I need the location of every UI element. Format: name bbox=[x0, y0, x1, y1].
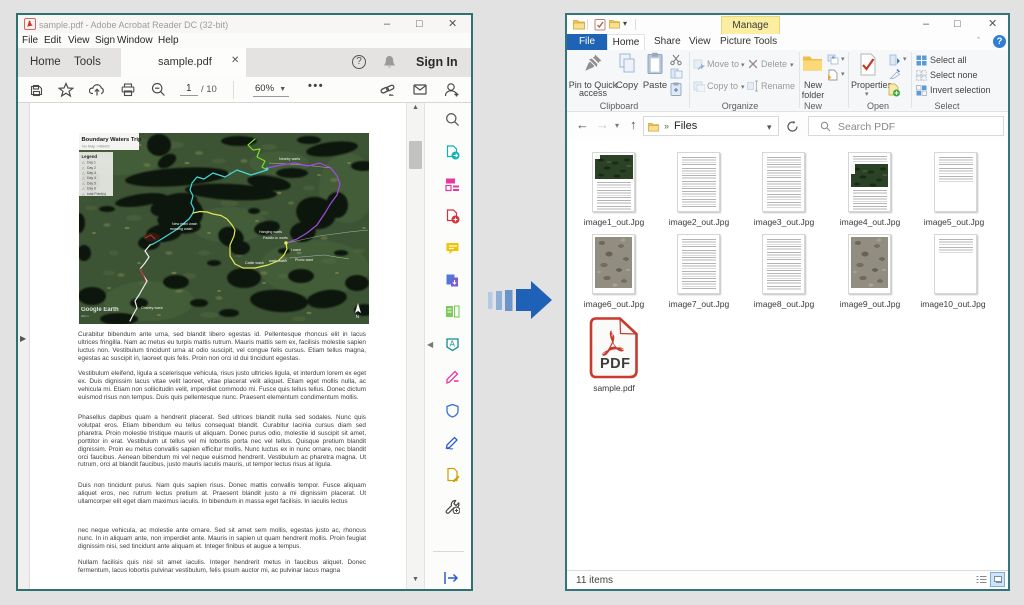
svg-text:Legend: Legend bbox=[82, 154, 98, 159]
svg-text:Day 2: Day 2 bbox=[87, 166, 96, 170]
svg-text:total Point(s): total Point(s) bbox=[87, 192, 106, 196]
svg-text:200 m: 200 m bbox=[81, 314, 89, 318]
svg-text:No Map >48HOt: No Map >48HOt bbox=[82, 145, 110, 149]
svg-text:Day 1: Day 1 bbox=[87, 161, 96, 165]
svg-text:Day 3: Day 3 bbox=[87, 171, 96, 175]
svg-text:Paddle-in warts: Paddle-in warts bbox=[263, 236, 288, 240]
svg-text:New mani wash: New mani wash bbox=[172, 222, 197, 226]
svg-text:Day 4: Day 4 bbox=[87, 176, 96, 180]
svg-text:△: △ bbox=[82, 166, 85, 170]
svg-text:Cattle wash: Cattle wash bbox=[245, 261, 264, 265]
svg-text:△: △ bbox=[82, 187, 85, 191]
svg-text:△: △ bbox=[82, 161, 85, 165]
svg-text:Boundary Waters Trip: Boundary Waters Trip bbox=[82, 137, 142, 143]
svg-text:△: △ bbox=[82, 171, 85, 175]
svg-text:Day 6: Day 6 bbox=[87, 187, 96, 191]
svg-text:Hanging warts: Hanging warts bbox=[259, 230, 282, 234]
svg-text:Day 5: Day 5 bbox=[87, 181, 96, 185]
svg-text:A: A bbox=[450, 340, 456, 349]
svg-text:PDF: PDF bbox=[600, 356, 631, 372]
svg-text:I want: I want bbox=[291, 248, 301, 252]
svg-text:Picnic want: Picnic want bbox=[295, 258, 313, 262]
svg-text:Google Earth: Google Earth bbox=[81, 307, 119, 313]
svg-text:△: △ bbox=[82, 181, 85, 185]
svg-text:△: △ bbox=[82, 176, 85, 180]
svg-text:wash wash: wash wash bbox=[269, 259, 287, 263]
svg-text:N: N bbox=[356, 314, 359, 319]
svg-text:Charley wash: Charley wash bbox=[141, 306, 163, 310]
svg-text:morning wash: morning wash bbox=[170, 227, 192, 231]
svg-text:Nearby warts: Nearby warts bbox=[279, 157, 300, 161]
svg-text:△: △ bbox=[82, 192, 85, 196]
